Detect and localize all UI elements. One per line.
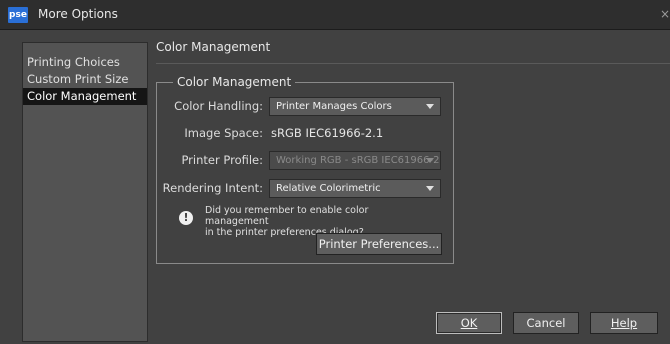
- chevron-down-icon: [426, 158, 434, 163]
- chevron-down-icon: [426, 104, 434, 109]
- rendering-intent-label: Rendering Intent:: [162, 181, 263, 195]
- sidebar-item-printing-choices[interactable]: Printing Choices: [23, 54, 147, 71]
- color-handling-select[interactable]: Printer Manages Colors: [269, 97, 441, 116]
- rendering-intent-value: Relative Colorimetric: [276, 183, 381, 194]
- group-legend: Color Management: [173, 75, 296, 89]
- dialog-body: Printing Choices Custom Print Size Color…: [0, 30, 670, 344]
- printer-profile-label: Printer Profile:: [181, 153, 263, 167]
- color-management-group: Color Management Color Handling: Printer…: [156, 75, 454, 264]
- close-icon[interactable]: ×: [660, 7, 670, 21]
- ok-button-label: OK: [460, 316, 478, 330]
- help-button-label: Help: [610, 316, 638, 330]
- image-space-value: sRGB IEC61966-2.1: [271, 126, 384, 140]
- notice-line-1: Did you remember to enable color managem…: [205, 205, 369, 227]
- color-handling-value: Printer Manages Colors: [276, 101, 392, 112]
- ok-button[interactable]: OK: [436, 312, 502, 334]
- cancel-button[interactable]: Cancel: [513, 312, 579, 334]
- sidebar-item-color-management[interactable]: Color Management: [23, 88, 147, 105]
- exclamation-icon: !: [179, 211, 193, 225]
- window-title: More Options: [38, 7, 118, 21]
- help-button[interactable]: Help: [590, 312, 658, 334]
- printer-preferences-button[interactable]: Printer Preferences...: [316, 233, 442, 255]
- printer-profile-value: Working RGB - sRGB IEC61966-2.1: [276, 155, 441, 166]
- rendering-intent-select[interactable]: Relative Colorimetric: [269, 179, 441, 198]
- title-bar: pse More Options ×: [0, 0, 670, 30]
- section-title: Color Management: [156, 40, 271, 54]
- color-handling-label: Color Handling:: [174, 99, 263, 113]
- options-sidebar: Printing Choices Custom Print Size Color…: [22, 42, 148, 342]
- image-space-label: Image Space:: [184, 126, 263, 140]
- printer-profile-select: Working RGB - sRGB IEC61966-2.1: [269, 151, 441, 170]
- header-divider: [156, 63, 670, 64]
- sidebar-item-custom-print-size[interactable]: Custom Print Size: [23, 71, 147, 88]
- app-icon: pse: [8, 7, 28, 23]
- chevron-down-icon: [426, 186, 434, 191]
